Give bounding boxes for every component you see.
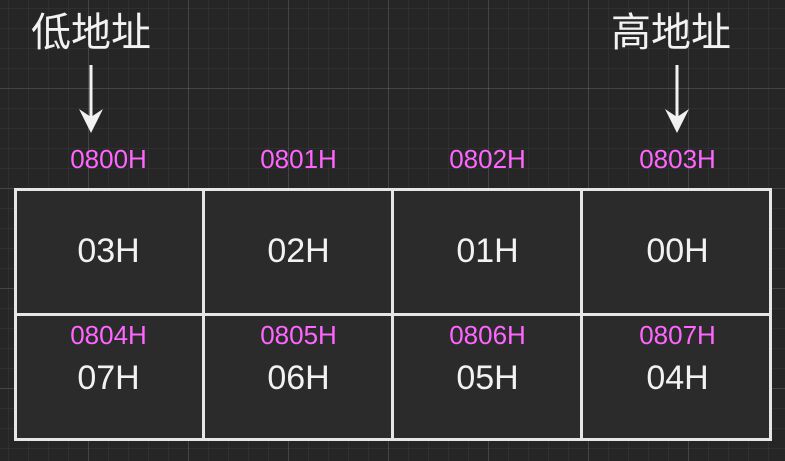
- down-arrow-icon: [665, 65, 689, 133]
- address-label: 0807H: [639, 320, 716, 350]
- address-label: 0804H: [70, 320, 147, 350]
- address-label: 0806H: [449, 320, 526, 350]
- memory-value: 06H: [267, 359, 330, 397]
- address-label: 0805H: [260, 320, 337, 350]
- address-label: 0803H: [639, 144, 716, 174]
- address-label: 0802H: [449, 144, 526, 174]
- address-label: 0801H: [260, 144, 337, 174]
- memory-value: 07H: [77, 359, 140, 397]
- high-address-label: 高地址: [611, 10, 731, 56]
- low-address-label: 低地址: [31, 10, 151, 56]
- memory-value: 04H: [646, 359, 709, 397]
- memory-value: 05H: [456, 359, 519, 397]
- address-label: 0800H: [70, 144, 147, 174]
- memory-value: 02H: [267, 232, 330, 270]
- memory-value: 01H: [456, 232, 519, 270]
- memory-value: 00H: [646, 232, 709, 270]
- down-arrow-icon: [79, 65, 103, 133]
- memory-value: 03H: [77, 232, 140, 270]
- table-divider: [14, 313, 772, 316]
